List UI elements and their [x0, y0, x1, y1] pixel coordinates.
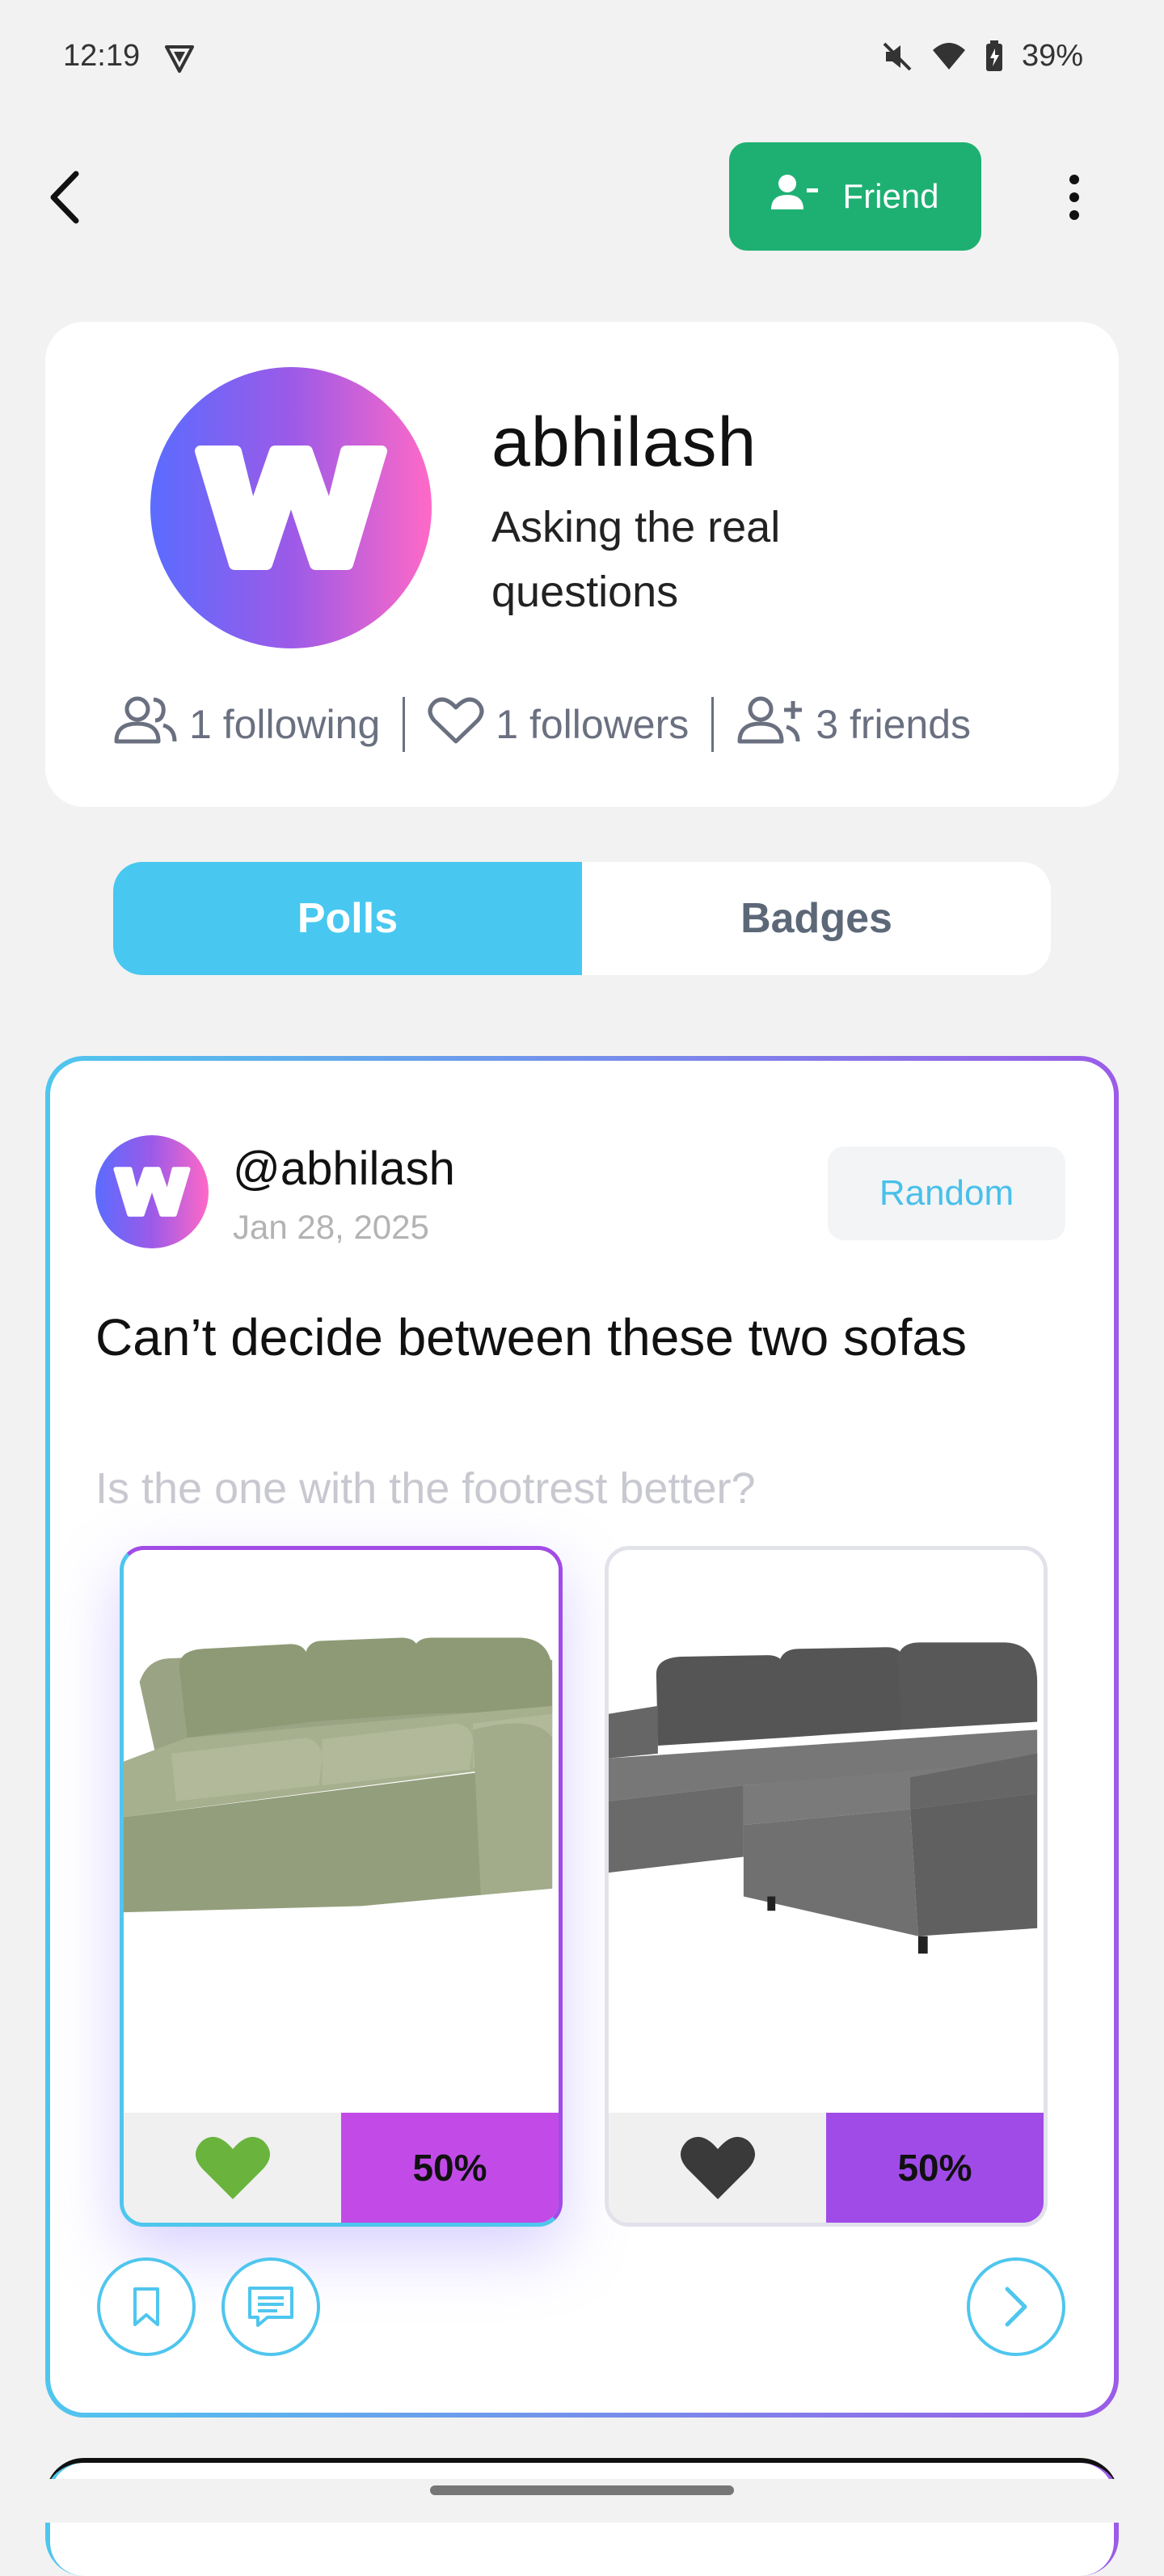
- status-time: 12:19: [63, 39, 141, 73]
- profile-tabs: Polls Badges: [113, 862, 1051, 975]
- remove-user-icon: [771, 172, 820, 221]
- stat-divider: [403, 697, 406, 752]
- poll-author-handle[interactable]: @abhilash: [233, 1142, 455, 1196]
- profile-avatar: [150, 367, 432, 648]
- poll-subtitle: Is the one with the footrest better?: [95, 1464, 756, 1513]
- poll-option-2[interactable]: 50%: [605, 1546, 1048, 2227]
- next-poll-button[interactable]: [967, 2257, 1065, 2356]
- status-icons: 39%: [881, 39, 1083, 74]
- green-sofa-image: [124, 1555, 559, 2111]
- profile-username: abhilash: [491, 403, 757, 481]
- avatar-w-logo: [195, 446, 387, 570]
- friend-button[interactable]: Friend: [729, 142, 981, 251]
- poll-option-1[interactable]: 50%: [120, 1546, 563, 2227]
- wifi-icon: [931, 40, 967, 73]
- battery-icon: [985, 40, 1004, 73]
- black-heart-icon: [680, 2136, 755, 2199]
- comment-button[interactable]: [221, 2257, 320, 2356]
- users-icon: [113, 695, 178, 754]
- comment-icon: [248, 2287, 293, 2327]
- mute-icon: [881, 40, 913, 73]
- user-plus-icon: [736, 695, 804, 754]
- vpn-shield-icon: [162, 40, 197, 76]
- option-2-percent: 50%: [826, 2113, 1044, 2223]
- battery-level: 39%: [1021, 39, 1083, 73]
- friends-stat[interactable]: 3 friends: [736, 695, 971, 754]
- stat-divider: [711, 697, 715, 752]
- home-indicator[interactable]: [430, 2485, 734, 2495]
- followers-stat[interactable]: 1 followers: [428, 695, 689, 754]
- back-arrow-icon: [50, 171, 79, 224]
- avatar-w-logo: [113, 1167, 191, 1217]
- back-button[interactable]: [40, 167, 89, 228]
- vote-heart[interactable]: [124, 2113, 341, 2223]
- poll-date: Jan 28, 2025: [233, 1208, 429, 1246]
- bookmark-icon: [133, 2287, 159, 2326]
- vote-heart[interactable]: [609, 2113, 826, 2223]
- tab-polls[interactable]: Polls: [113, 862, 582, 975]
- following-count: 1 following: [189, 702, 381, 747]
- profile-stats: 1 following 1 followers 3 friends: [113, 692, 1067, 757]
- friend-button-label: Friend: [842, 177, 939, 215]
- profile-bio: Asking the real questions: [491, 503, 781, 616]
- more-vert-icon: [1069, 175, 1079, 184]
- poll-author-avatar[interactable]: [95, 1135, 209, 1248]
- chevron-right-icon: [1005, 2287, 1027, 2327]
- poll-category-badge[interactable]: Random: [828, 1147, 1065, 1240]
- more-options-button[interactable]: [1054, 167, 1094, 228]
- following-stat[interactable]: 1 following: [113, 695, 380, 754]
- friends-count: 3 friends: [816, 702, 972, 747]
- grey-sofa-image: [609, 1555, 1044, 2111]
- bookmark-button[interactable]: [97, 2257, 196, 2356]
- tab-badges[interactable]: Badges: [582, 862, 1051, 975]
- option-1-percent: 50%: [341, 2113, 559, 2223]
- followers-count: 1 followers: [496, 702, 690, 747]
- heart-outline-icon: [428, 695, 484, 754]
- green-heart-icon: [195, 2136, 270, 2199]
- poll-title: Can’t decide between these two sofas: [95, 1308, 967, 1366]
